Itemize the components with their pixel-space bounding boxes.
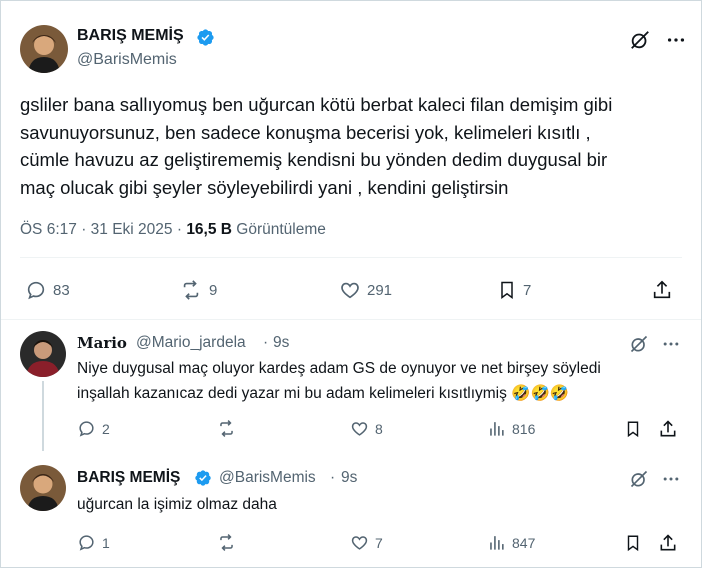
share-button[interactable] xyxy=(651,279,673,301)
tweet-text: gsliler bana sallıyomuş ben uğurcan kötü… xyxy=(20,91,690,201)
avatar[interactable] xyxy=(20,465,66,511)
reply-button[interactable]: 2 xyxy=(77,419,110,438)
reply-count: 2 xyxy=(102,420,110,437)
tweet-text-line: maç olucak gibi şeyler söyleyebilirdi ya… xyxy=(20,176,509,198)
reply-text: Niye duygusal maç oluyor kardeş adam GS … xyxy=(77,357,687,406)
views-count: 847 xyxy=(512,534,536,551)
repost-button[interactable] xyxy=(216,533,243,552)
tweet-text-line: cümle havuzu az geliştirememiş kendisni … xyxy=(20,149,608,170)
reply-text: uğurcan la işimiz olmaz daha xyxy=(77,496,277,513)
reply-icon xyxy=(77,533,96,552)
reply-display-name[interactable]: BARIŞ MEMİŞ xyxy=(77,469,180,487)
laughing-emoji: 🤣🤣🤣 xyxy=(511,384,570,402)
views-count: 16,5 B xyxy=(186,221,232,238)
reply-age[interactable]: 9s xyxy=(341,469,357,487)
share-icon xyxy=(658,533,678,553)
repost-count: 9 xyxy=(209,281,218,299)
views-button[interactable]: 816 xyxy=(487,419,535,438)
reply-text-line: inşallah kazanıcaz dedi yazar mi bu adam… xyxy=(77,384,570,402)
repost-button[interactable]: 9 xyxy=(179,279,217,301)
repost-button[interactable] xyxy=(216,419,243,438)
tweet-meta: ÖS 6:17 · 31 Eki 2025 · 16,5 B Görüntüle… xyxy=(20,221,326,238)
like-button[interactable]: 8 xyxy=(350,419,383,438)
reply-button[interactable]: 1 xyxy=(77,533,110,552)
tweet-text-line: savunuyorsunuz, ben sadece konuşma becer… xyxy=(20,121,591,143)
more-icon[interactable] xyxy=(661,469,681,489)
tweet-date[interactable]: 31 Eki 2025 xyxy=(91,221,173,238)
bookmark-icon xyxy=(497,279,517,301)
avatar[interactable] xyxy=(20,25,68,73)
like-count: 7 xyxy=(375,534,383,551)
grok-icon[interactable] xyxy=(629,29,651,51)
like-button[interactable]: 7 xyxy=(350,533,383,552)
reply-icon xyxy=(25,279,47,301)
share-button[interactable] xyxy=(658,419,678,439)
views-icon xyxy=(487,533,506,552)
reply-button[interactable]: 83 xyxy=(25,279,70,301)
more-icon[interactable] xyxy=(665,29,687,51)
tweet-frame: BARIŞ MEMİŞ @BarisMemis gsliler bana sal… xyxy=(0,0,702,568)
views-label: Görüntüleme xyxy=(236,221,326,238)
like-button[interactable]: 291 xyxy=(339,279,392,301)
display-name[interactable]: BARIŞ MEMİŞ xyxy=(77,27,184,45)
thread-line xyxy=(42,381,44,451)
bookmark-icon xyxy=(624,419,642,439)
tweet-time[interactable]: ÖS 6:17 xyxy=(20,221,77,238)
like-count: 8 xyxy=(375,420,383,437)
bookmark-button[interactable] xyxy=(624,533,642,553)
like-icon xyxy=(350,419,369,438)
reply-handle[interactable]: @Mario_jardela xyxy=(136,334,246,352)
like-icon xyxy=(339,279,361,301)
repost-icon xyxy=(216,533,237,552)
verified-icon xyxy=(196,28,215,47)
bookmark-button[interactable]: 7 xyxy=(497,279,531,301)
like-count: 291 xyxy=(367,281,393,299)
bookmark-count: 7 xyxy=(523,281,532,299)
share-icon xyxy=(651,279,673,301)
reply-display-name[interactable]: Mario xyxy=(77,334,127,352)
views-icon xyxy=(487,419,506,438)
handle[interactable]: @BarisMemis xyxy=(77,51,177,69)
views-count: 816 xyxy=(512,420,536,437)
reply-age[interactable]: 9s xyxy=(273,334,289,352)
repost-icon xyxy=(179,279,203,301)
share-icon xyxy=(658,419,678,439)
grok-icon[interactable] xyxy=(629,334,649,354)
more-icon[interactable] xyxy=(661,334,681,354)
reply-handle[interactable]: @BarisMemis xyxy=(219,469,316,487)
divider xyxy=(20,257,682,258)
views-button[interactable]: 847 xyxy=(487,533,535,552)
reply-icon xyxy=(77,419,96,438)
share-button[interactable] xyxy=(658,533,678,553)
reply-count: 83 xyxy=(53,281,70,299)
verified-icon xyxy=(194,469,212,487)
grok-icon[interactable] xyxy=(629,469,649,489)
reply-count: 1 xyxy=(102,534,110,551)
repost-icon xyxy=(216,419,237,438)
reply-text-line: Niye duygusal maç oluyor kardeş adam GS … xyxy=(77,360,601,377)
bookmark-icon xyxy=(624,533,642,553)
divider xyxy=(1,319,701,320)
like-icon xyxy=(350,533,369,552)
tweet-text-line: gsliler bana sallıyomuş ben uğurcan kötü… xyxy=(20,94,613,115)
avatar[interactable] xyxy=(20,331,66,377)
bookmark-button[interactable] xyxy=(624,419,642,439)
